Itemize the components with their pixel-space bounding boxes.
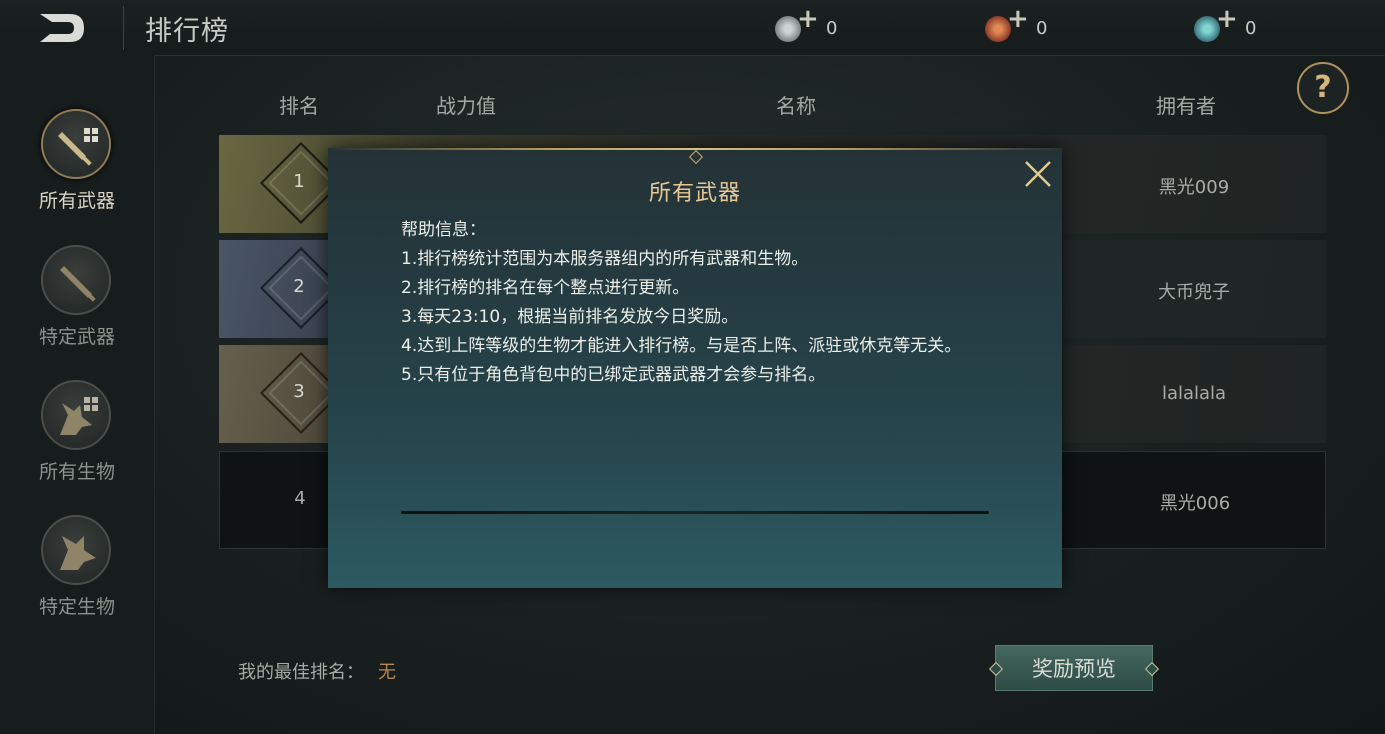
reward-preview-button[interactable]: 奖励预览 [988, 645, 1160, 691]
help-line: 2.排行榜的排名在每个整点进行更新。 [401, 278, 690, 298]
col-power: 战力值 [436, 94, 496, 118]
question-icon: ? [1314, 70, 1332, 105]
col-owner: 拥有者 [1156, 94, 1216, 118]
help-line: 5.只有位于角色背包中的已绑定武器武器才会参与排名。 [401, 365, 826, 385]
silver-count: 0 [826, 18, 838, 39]
sidebar-item-specific-creature[interactable]: 特定生物 [0, 515, 154, 635]
gem-left-icon [988, 661, 1004, 677]
top-bar: 排行榜 + 0 + 0 + 0 [0, 0, 1385, 56]
col-rank: 排名 [279, 94, 319, 118]
sidebar-item-label: 所有武器 [38, 190, 115, 212]
rank-number: 3 [293, 381, 305, 402]
page-title: 排行榜 [145, 16, 229, 47]
add-teal-icon[interactable]: + [1216, 4, 1238, 34]
owner-name: lalalala [1161, 383, 1227, 404]
dragon-icon [41, 515, 111, 585]
col-name: 名称 [776, 94, 816, 118]
sidebar-item-label: 特定生物 [38, 596, 115, 618]
help-button[interactable]: ? [1297, 62, 1349, 114]
reward-preview-label: 奖励预览 [1032, 657, 1116, 681]
best-rank-label: 我的最佳排名： [238, 662, 364, 683]
sword-icon [41, 245, 111, 315]
add-silver-icon[interactable]: + [797, 4, 819, 34]
help-line: 1.排行榜统计范围为本服务器组内的所有武器和生物。 [401, 249, 809, 269]
close-button[interactable] [1018, 154, 1058, 194]
dragon-grid-icon [41, 380, 111, 450]
teal-count: 0 [1245, 18, 1257, 39]
back-button[interactable] [38, 10, 88, 46]
owner-name: 黑光006 [1159, 493, 1231, 514]
sidebar-item-specific-weapon[interactable]: 特定武器 [0, 245, 154, 365]
help-modal: 所有武器 帮助信息： 1.排行榜统计范围为本服务器组内的所有武器和生物。 2.排… [328, 148, 1062, 588]
sidebar-item-label: 特定武器 [38, 326, 115, 348]
sidebar-item-all-weapons[interactable]: 所有武器 [0, 109, 154, 229]
rank-number: 1 [293, 171, 305, 192]
help-line: 3.每天23:10，根据当前排名发放今日奖励。 [401, 307, 739, 327]
help-line: 帮助信息： [401, 220, 486, 240]
best-rank-value: 无 [378, 662, 396, 683]
top-divider [123, 6, 124, 50]
owner-name: 黑光009 [1158, 177, 1230, 198]
sidebar: 所有武器 特定武器 所有生物 特定生物 [0, 55, 155, 734]
add-red-icon[interactable]: + [1007, 4, 1029, 34]
sidebar-item-label: 所有生物 [38, 461, 115, 483]
back-arrow-icon [40, 14, 84, 42]
sidebar-item-all-creatures[interactable]: 所有生物 [0, 380, 154, 500]
help-line: 4.达到上阵等级的生物才能进入排行榜。与是否上阵、派驻或休克等无关。 [401, 336, 962, 356]
gem-right-icon [1144, 661, 1160, 677]
modal-gem-icon [688, 149, 704, 165]
sword-grid-icon [41, 109, 111, 179]
rank-number: 4 [294, 488, 306, 509]
help-text: 帮助信息： 1.排行榜统计范围为本服务器组内的所有武器和生物。 2.排行榜的排名… [401, 216, 971, 390]
owner-name: 大币兜子 [1158, 282, 1230, 303]
modal-title: 所有武器 [648, 181, 741, 206]
close-icon [1025, 161, 1051, 187]
modal-divider [401, 511, 989, 514]
red-count: 0 [1036, 18, 1048, 39]
rank-number: 2 [293, 276, 305, 297]
